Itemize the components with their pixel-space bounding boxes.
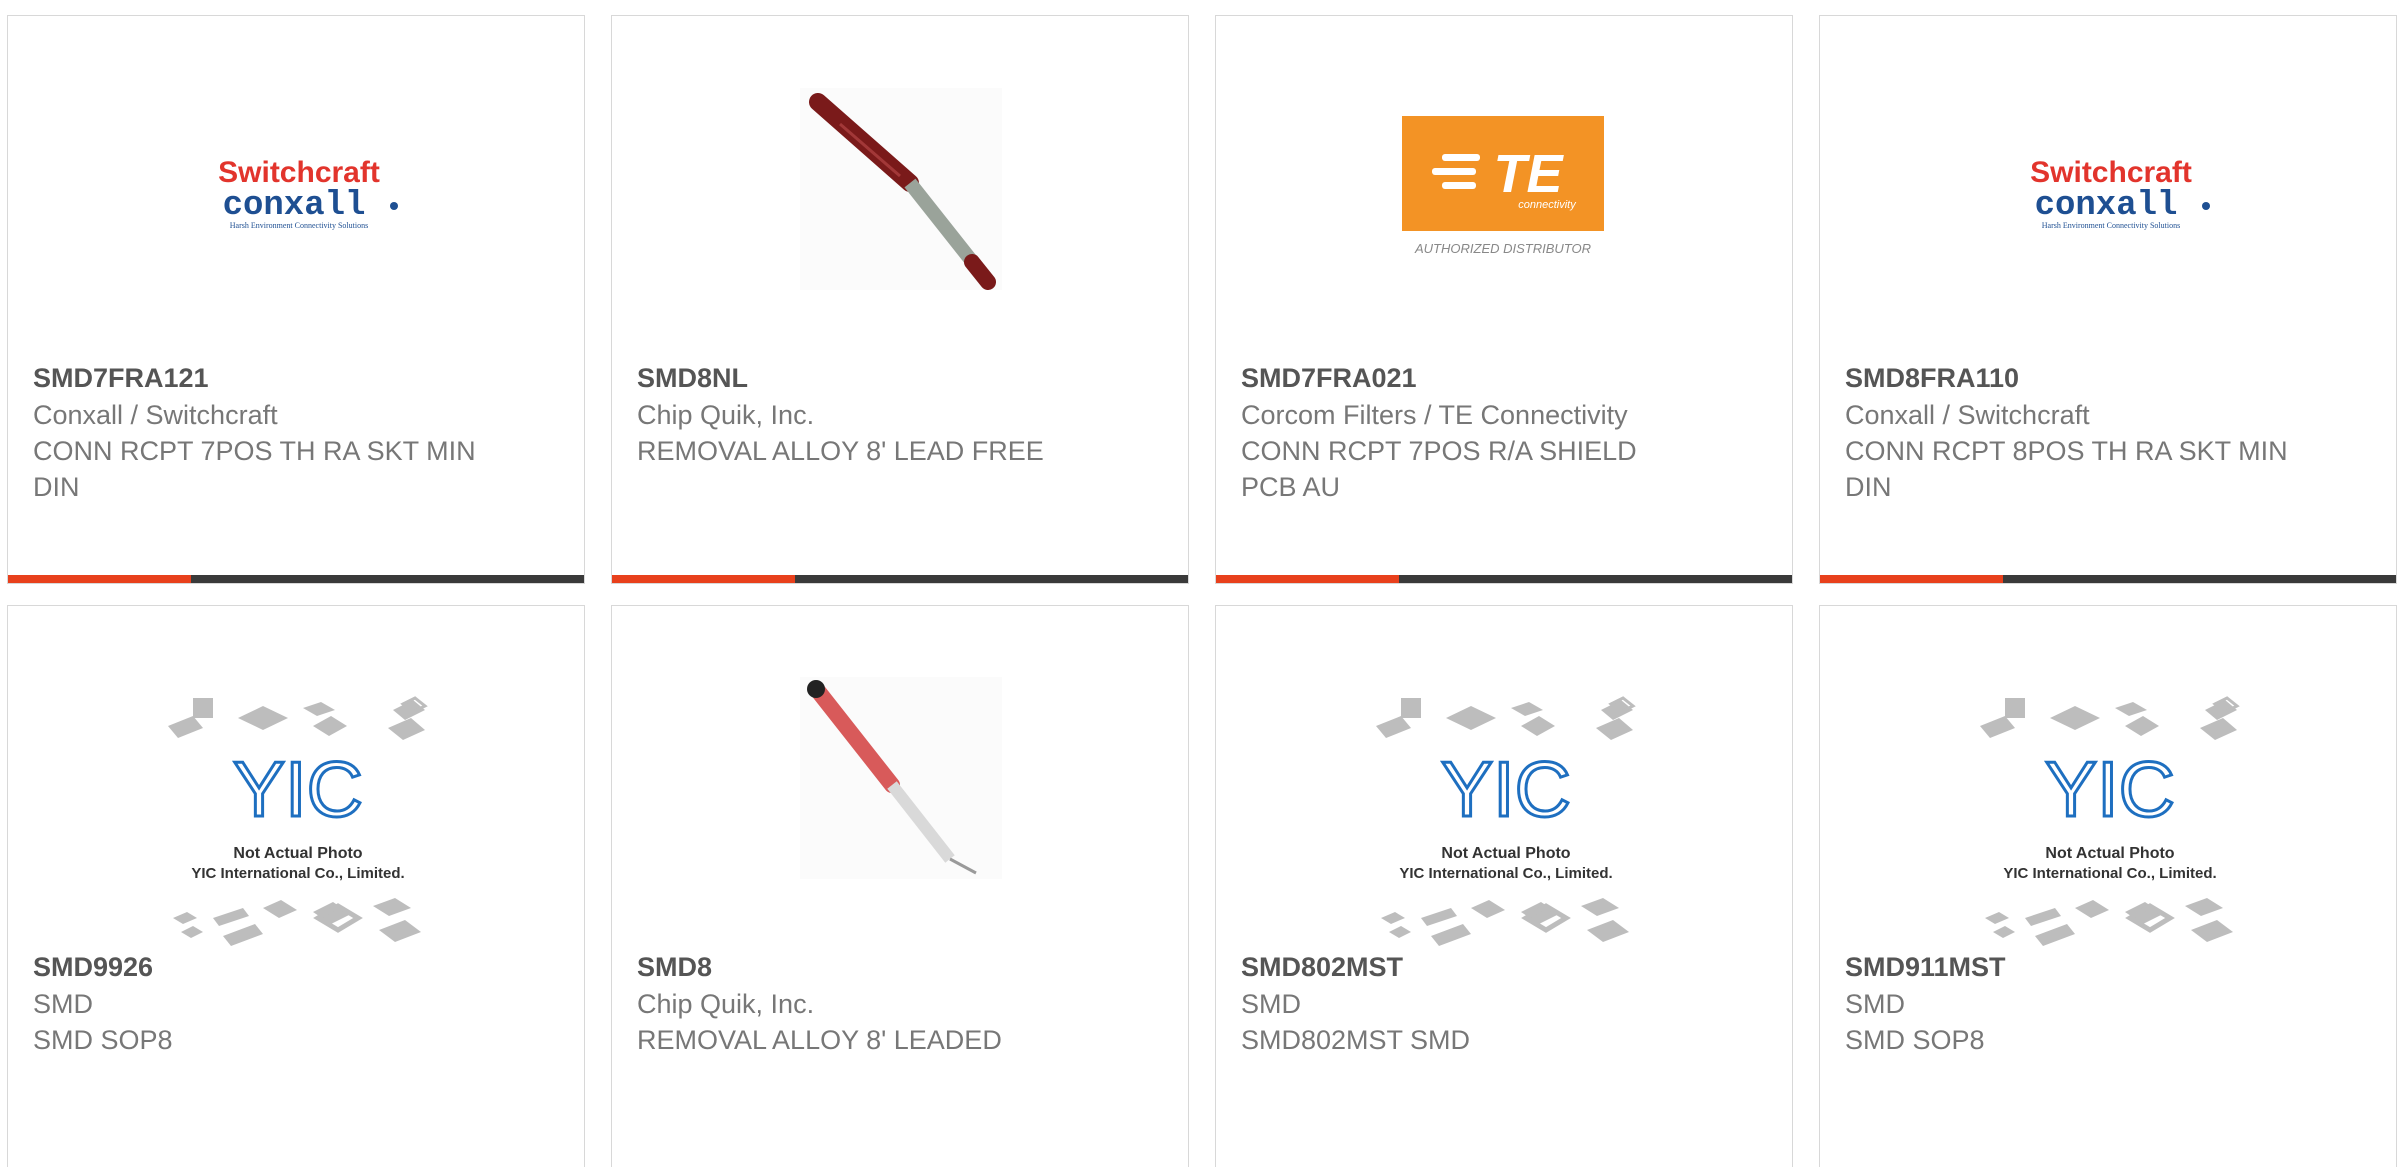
svg-text:conxall: conxall — [2035, 187, 2178, 225]
description: REMOVAL ALLOY 8' LEADED — [637, 1025, 1002, 1055]
part-number[interactable]: SMD8NL — [637, 359, 1163, 397]
product-image[interactable]: Switchcraft conxall Harsh Environment Co… — [8, 16, 584, 361]
svg-text:Not Actual Photo: Not Actual Photo — [2045, 845, 2174, 862]
description: SMD SOP8 — [33, 1025, 173, 1055]
card-accent-bar — [612, 575, 1188, 583]
svg-text:conxall: conxall — [223, 187, 366, 225]
description: SMD SOP8 — [1845, 1025, 1985, 1055]
svg-text:Not Actual Photo: Not Actual Photo — [233, 845, 362, 862]
svg-text:Switchcraft: Switchcraft — [2030, 156, 2192, 189]
svg-text:Harsh Environment Connectivity: Harsh Environment Connectivity Solutions — [2042, 221, 2180, 230]
product-image[interactable]: YIC Not Actual Photo YIC International C… — [1820, 606, 2396, 951]
part-number[interactable]: SMD8 — [637, 948, 1163, 986]
manufacturer: SMD — [1241, 989, 1301, 1019]
description: SMD802MST SMD — [1241, 1025, 1471, 1055]
product-image[interactable]: YIC Not Actual Photo YIC International C… — [1216, 606, 1792, 951]
product-card[interactable]: YIC Not Actual Photo YIC International C… — [1215, 605, 1793, 1167]
manufacturer: SMD — [33, 989, 93, 1019]
part-number[interactable]: SMD8FRA110 — [1845, 359, 2371, 397]
manufacturer: Chip Quik, Inc. — [637, 400, 815, 430]
svg-text:TE: TE — [1493, 144, 1564, 204]
svg-text:YIC: YIC — [1441, 745, 1571, 833]
part-number[interactable]: SMD802MST — [1241, 948, 1767, 986]
svg-text:YIC: YIC — [233, 745, 363, 833]
yic-not-actual-photo-image: YIC Not Actual Photo YIC International C… — [1376, 696, 1636, 946]
product-card[interactable]: Switchcraft conxall Harsh Environment Co… — [1819, 15, 2397, 584]
yic-not-actual-photo-image: YIC Not Actual Photo YIC International C… — [1980, 696, 2240, 946]
yic-not-actual-photo-image: YIC Not Actual Photo YIC International C… — [168, 696, 428, 946]
product-image[interactable]: YIC Not Actual Photo YIC International C… — [8, 606, 584, 951]
svg-text:YIC International Co., Limited: YIC International Co., Limited. — [2003, 865, 2216, 882]
description: REMOVAL ALLOY 8' LEAD FREE — [637, 436, 1044, 466]
te-connectivity-logo: TE connectivity AUTHORIZED DISTRIBUTOR — [1402, 116, 1604, 256]
product-image[interactable]: TE connectivity AUTHORIZED DISTRIBUTOR — [1216, 16, 1792, 361]
part-number[interactable]: SMD9926 — [33, 948, 559, 986]
description: CONN RCPT 7POS TH RA SKT MIN DIN — [33, 436, 476, 502]
manufacturer: Conxall / Switchcraft — [33, 400, 278, 430]
manufacturer: Conxall / Switchcraft — [1845, 400, 2090, 430]
svg-text:YIC International Co., Limited: YIC International Co., Limited. — [191, 865, 404, 882]
removal-alloy-stick-image — [800, 677, 1002, 879]
manufacturer: Corcom Filters / TE Connectivity — [1241, 400, 1628, 430]
switchcraft-conxall-logo: Switchcraft conxall Harsh Environment Co… — [2030, 156, 2210, 230]
manufacturer: SMD — [1845, 989, 1905, 1019]
product-card[interactable]: YIC Not Actual Photo YIC International C… — [7, 605, 585, 1167]
product-image[interactable]: Switchcraft conxall Harsh Environment Co… — [1820, 16, 2396, 361]
manufacturer: Chip Quik, Inc. — [637, 989, 815, 1019]
product-image[interactable] — [612, 16, 1188, 361]
card-accent-bar — [8, 575, 584, 583]
product-card[interactable]: TE connectivity AUTHORIZED DISTRIBUTOR S… — [1215, 15, 1793, 584]
product-card[interactable]: SMD8NL Chip Quik, Inc. REMOVAL ALLOY 8' … — [611, 15, 1189, 584]
svg-text:YIC: YIC — [2045, 745, 2175, 833]
svg-text:Harsh Environment Connectivity: Harsh Environment Connectivity Solutions — [230, 221, 368, 230]
card-accent-bar — [1216, 575, 1792, 583]
svg-text:Switchcraft: Switchcraft — [218, 156, 380, 189]
product-card[interactable]: YIC Not Actual Photo YIC International C… — [1819, 605, 2397, 1167]
svg-text:AUTHORIZED DISTRIBUTOR: AUTHORIZED DISTRIBUTOR — [1414, 241, 1591, 256]
product-grid: Switchcraft conxall Harsh Environment Co… — [0, 0, 2400, 1167]
product-image[interactable] — [612, 606, 1188, 951]
card-accent-bar — [1820, 575, 2396, 583]
svg-text:connectivity: connectivity — [1518, 199, 1577, 211]
switchcraft-conxall-logo: Switchcraft conxall Harsh Environment Co… — [218, 156, 398, 230]
removal-alloy-stick-image — [800, 88, 1002, 290]
svg-text:YIC International Co., Limited: YIC International Co., Limited. — [1399, 865, 1612, 882]
product-card[interactable]: Switchcraft conxall Harsh Environment Co… — [7, 15, 585, 584]
part-number[interactable]: SMD911MST — [1845, 948, 2371, 986]
svg-text:Not Actual Photo: Not Actual Photo — [1441, 845, 1570, 862]
part-number[interactable]: SMD7FRA021 — [1241, 359, 1767, 397]
description: CONN RCPT 7POS R/A SHIELD PCB AU — [1241, 436, 1637, 502]
part-number[interactable]: SMD7FRA121 — [33, 359, 559, 397]
description: CONN RCPT 8POS TH RA SKT MIN DIN — [1845, 436, 2288, 502]
product-card[interactable]: SMD8 Chip Quik, Inc. REMOVAL ALLOY 8' LE… — [611, 605, 1189, 1167]
